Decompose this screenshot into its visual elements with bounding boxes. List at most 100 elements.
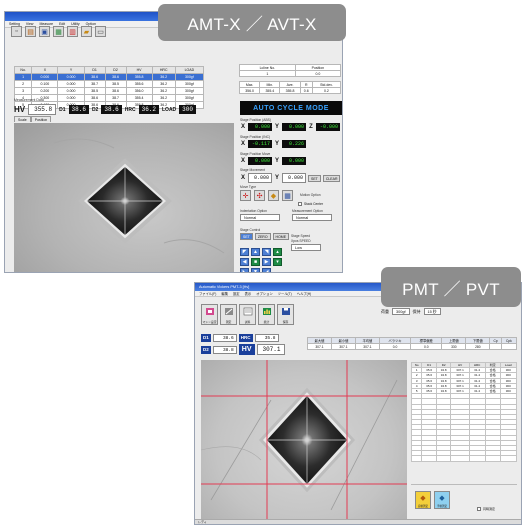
save-button[interactable]: 保存	[277, 304, 294, 325]
chart-icon[interactable]: ▥	[67, 26, 78, 37]
measure-button[interactable]: 測定	[220, 304, 237, 325]
tab-scale[interactable]: Scale	[14, 116, 31, 122]
column-header[interactable]: D1	[83, 66, 106, 74]
table-cell: 300gf	[174, 80, 205, 88]
stop-icon[interactable]: ■	[251, 258, 260, 266]
axis-z-label: Z	[309, 124, 313, 130]
table-row[interactable]	[410, 455, 518, 462]
action-panel: ◆ 自動測定 ◆ 手動測定 同時測定	[411, 484, 517, 520]
motion-option-title: Motion Option	[300, 193, 321, 197]
dwell-label: 保持	[412, 308, 421, 314]
speed-up-icon[interactable]: ▴	[273, 248, 282, 256]
table-row[interactable]: 2 0.100 0.000 38.7 38.5 355.6 36.2 300gf	[13, 80, 205, 88]
hv-label: HV	[238, 344, 255, 355]
stat-value: 330	[441, 343, 467, 350]
menu-item[interactable]: 編集	[221, 291, 228, 296]
axis-y-label: Y	[274, 141, 279, 147]
simultaneous-checkbox[interactable]	[477, 507, 481, 511]
button-label: 自動測定	[417, 505, 429, 508]
arrow-down-icon[interactable]: ▼	[251, 268, 260, 272]
stage-home-button[interactable]: HOME	[272, 233, 290, 240]
menu-item[interactable]: 設定	[233, 291, 240, 296]
column-header[interactable]: No.	[13, 66, 33, 74]
load-select[interactable]: 300gf	[392, 308, 410, 315]
indentation-option-select[interactable]: Normal	[240, 214, 280, 221]
d1-label: D1	[59, 106, 66, 113]
move-type-group: Move Type ✛ ✣ ◆ ▦ Motion Option Stack Ce…	[240, 185, 342, 206]
load-label: 荷重	[381, 308, 389, 314]
hrc-value: 35.8	[254, 334, 279, 342]
arrow-downright-icon[interactable]: ◢	[262, 268, 271, 272]
save-icon	[281, 308, 290, 315]
set-button[interactable]: SET	[308, 174, 321, 182]
table-cell: 0.000	[57, 73, 85, 81]
print-icon[interactable]: ▭	[95, 26, 106, 37]
axis-x-label: X	[240, 141, 245, 147]
options-group: Indentation Option Normal Measurement Op…	[240, 209, 342, 221]
grid-icon[interactable]: ▦	[53, 26, 64, 37]
table-cell: 2	[13, 80, 33, 88]
clear-button[interactable]: CLEAR	[322, 174, 341, 182]
menu-item[interactable]: オプション	[256, 291, 272, 296]
mov-y-value[interactable]: 0.000	[282, 173, 306, 183]
tab-position[interactable]: Position	[30, 116, 52, 122]
menu-item[interactable]: 表示	[245, 291, 252, 296]
speed-down-icon[interactable]: ▾	[273, 258, 282, 266]
stage-zero-button[interactable]: ZERO	[254, 233, 271, 240]
speed-select[interactable]: Low	[291, 244, 321, 251]
move-grid-icon[interactable]: ▦	[282, 190, 293, 201]
arrow-upleft-icon[interactable]: ◤	[240, 248, 249, 256]
d2-label: D2	[91, 106, 99, 113]
column-header[interactable]: LOAD	[174, 66, 205, 74]
inc-y-value: 0.226	[282, 140, 306, 148]
table-cell: 38.6	[104, 87, 127, 95]
machine-settings-button[interactable]: マシン設定	[201, 304, 218, 325]
toolbar: マシン設定 測定 試料 統計 保存	[201, 304, 294, 325]
dwell-select[interactable]: 15 秒	[423, 308, 441, 315]
hrc-label: HRC	[238, 334, 253, 342]
column-header[interactable]: HRC	[151, 66, 176, 74]
folder-icon[interactable]: ▰	[81, 26, 92, 37]
column-header[interactable]: HV	[125, 66, 153, 74]
manual-measure-button[interactable]: ◆ 手動測定	[434, 491, 450, 509]
table-cell: 355.6	[125, 80, 153, 88]
move-target-icon[interactable]: ✛	[240, 190, 251, 201]
move-diamond-icon[interactable]: ◆	[268, 190, 279, 201]
move-y-value[interactable]: 0.000	[282, 157, 306, 165]
column-header[interactable]: D2	[104, 66, 127, 74]
menu-item[interactable]: ヘルプ(H)	[297, 291, 311, 296]
move-pattern-icon[interactable]: ✣	[254, 190, 265, 201]
pmt-software-window: Automatic Vickers PMT-3 [Hv] ファイル(F) 編集 …	[194, 282, 522, 525]
menu-item[interactable]: ファイル(F)	[199, 291, 216, 296]
table-row[interactable]: 3 0.200 0.000 38.5 38.6 356.0 36.2 300gf	[13, 87, 205, 95]
arrow-up-icon[interactable]: ▲	[251, 248, 260, 256]
arrow-upright-icon[interactable]: ◥	[262, 248, 271, 256]
table-cell: 38.6	[104, 73, 127, 81]
table-cell: 300gf	[174, 73, 205, 81]
indentation-image[interactable]	[14, 123, 234, 272]
column-header[interactable]: Y	[57, 66, 85, 74]
arrow-left-icon[interactable]: ◀	[240, 258, 249, 266]
table-header-row: No. X Y D1 D2 HV HRC LOAD	[13, 66, 205, 74]
stage-set-button[interactable]: SET	[240, 233, 253, 240]
column-header[interactable]: X	[31, 66, 59, 74]
new-icon[interactable]: ▫	[11, 26, 22, 37]
auto-measure-button[interactable]: ◆ 自動測定	[415, 491, 431, 509]
statistics-button[interactable]: 統計	[258, 304, 275, 325]
measurement-option-select[interactable]: Normal	[292, 214, 332, 221]
indentation-image[interactable]	[201, 360, 407, 520]
button-label: 手動測定	[436, 505, 448, 508]
mov-x-value[interactable]: 0.000	[248, 173, 272, 183]
save-icon[interactable]: ▣	[39, 26, 50, 37]
arrow-downleft-icon[interactable]: ◣	[240, 268, 249, 272]
stat-value: 280	[465, 343, 491, 350]
sample-button[interactable]: 試料	[239, 304, 256, 325]
menu-item[interactable]: ツール(T)	[278, 291, 292, 296]
arrow-right-icon[interactable]: ▶	[262, 258, 271, 266]
stack-center-checkbox[interactable]	[298, 202, 302, 206]
table-row[interactable]: 1 0.000 0.000 38.6 38.6 355.8 36.2 300gf	[13, 73, 205, 81]
move-x-value[interactable]: 0.000	[248, 157, 272, 165]
open-icon[interactable]: ▤	[25, 26, 36, 37]
axis-y-label: Y	[274, 175, 279, 181]
table-cell: 36.2	[151, 73, 176, 81]
